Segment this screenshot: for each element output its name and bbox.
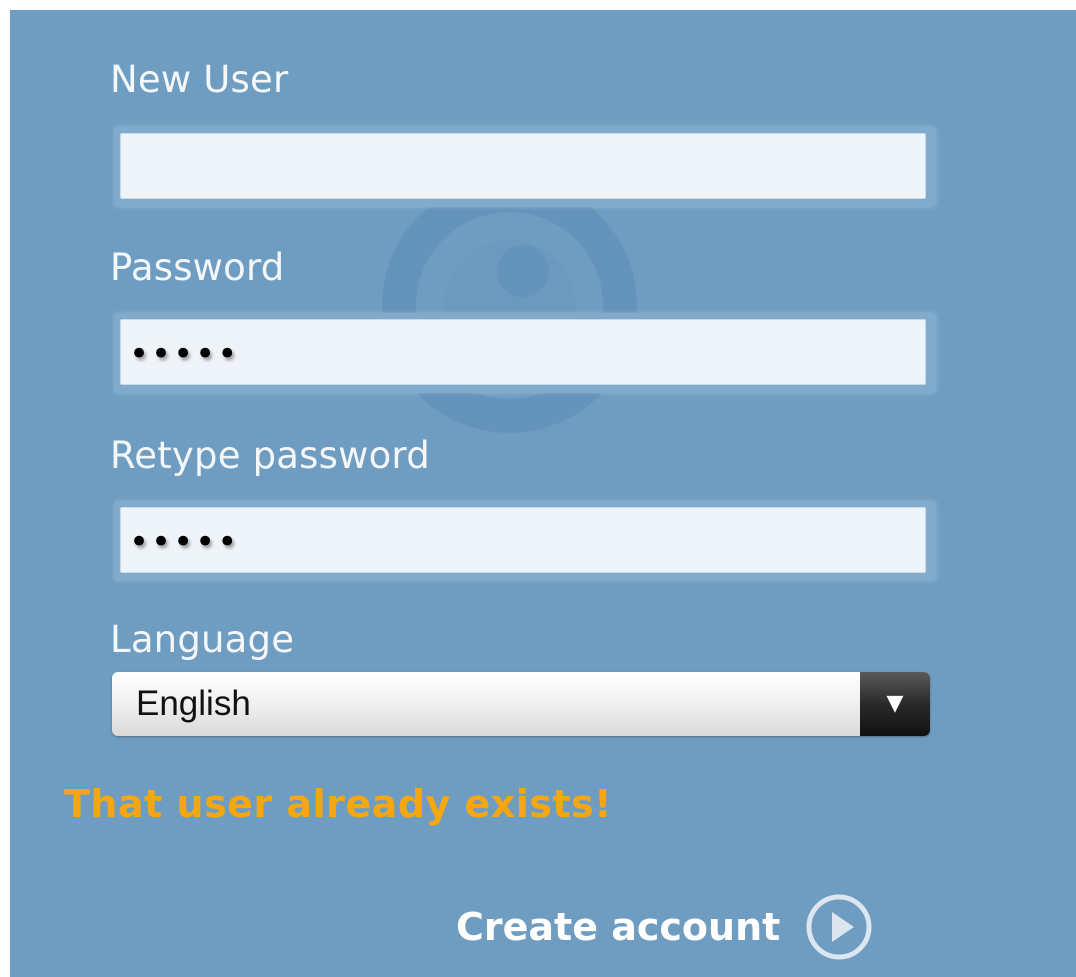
- chevron-down-icon[interactable]: ▼: [860, 672, 930, 736]
- retype-password-field-frame: •••••: [114, 501, 936, 581]
- language-selected-value: English: [136, 684, 251, 723]
- password-label: Password: [110, 246, 285, 289]
- retype-password-masked-value: •••••: [129, 522, 240, 562]
- create-account-button[interactable]: Create account: [456, 892, 874, 962]
- create-account-label: Create account: [456, 905, 781, 949]
- password-field-frame: •••••: [114, 313, 936, 393]
- error-message: That user already exists!: [64, 782, 612, 826]
- retype-password-input[interactable]: •••••: [120, 507, 926, 573]
- password-masked-value: •••••: [129, 334, 240, 374]
- language-select[interactable]: English ▼: [112, 672, 930, 736]
- play-circle-icon[interactable]: [804, 892, 874, 962]
- new-user-input[interactable]: [120, 133, 926, 199]
- new-user-field-frame: [114, 127, 936, 207]
- password-input[interactable]: •••••: [120, 319, 926, 385]
- new-user-panel: New User Password ••••• Retype password …: [10, 10, 1076, 977]
- new-user-label: New User: [110, 58, 289, 101]
- retype-password-label: Retype password: [110, 434, 430, 477]
- logo-watermark-dot: [497, 245, 549, 297]
- language-label: Language: [110, 618, 295, 661]
